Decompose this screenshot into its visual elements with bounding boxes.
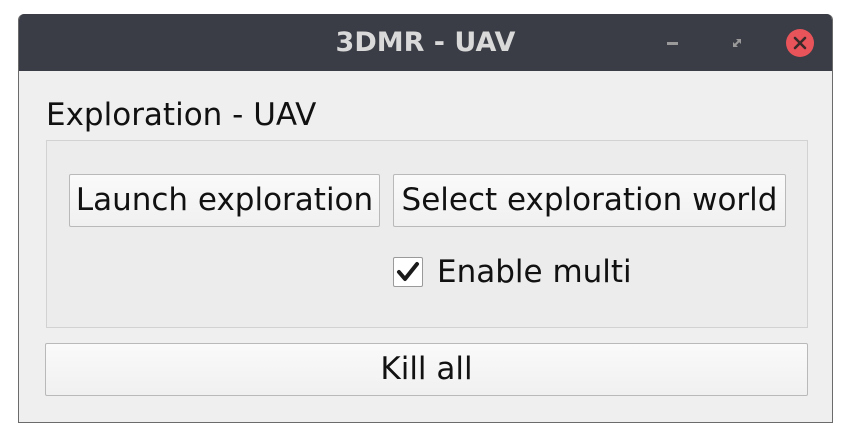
enable-multi-label[interactable]: Enable multi (437, 254, 632, 290)
restore-icon (733, 39, 741, 47)
launch-exploration-button[interactable]: Launch exploration (69, 174, 380, 227)
minimize-icon (667, 42, 678, 45)
title-bar[interactable]: 3DMR - UAV (19, 14, 832, 71)
minimize-button[interactable] (659, 29, 687, 57)
app-window: 3DMR - UAV Exploration - UAV Launch expl… (18, 14, 833, 423)
kill-all-button[interactable]: Kill all (45, 343, 808, 396)
select-exploration-world-button[interactable]: Select exploration world (393, 174, 786, 227)
maximize-button[interactable] (723, 29, 751, 57)
close-button[interactable] (786, 29, 814, 57)
close-icon (793, 36, 807, 50)
exploration-group-box: Launch exploration Select exploration wo… (46, 140, 808, 328)
enable-multi-checkbox[interactable] (393, 257, 423, 287)
window-title: 3DMR - UAV (335, 27, 516, 58)
checkmark-icon (397, 262, 419, 281)
group-title: Exploration - UAV (46, 97, 317, 133)
window-content: Exploration - UAV Launch exploration Sel… (19, 71, 832, 422)
